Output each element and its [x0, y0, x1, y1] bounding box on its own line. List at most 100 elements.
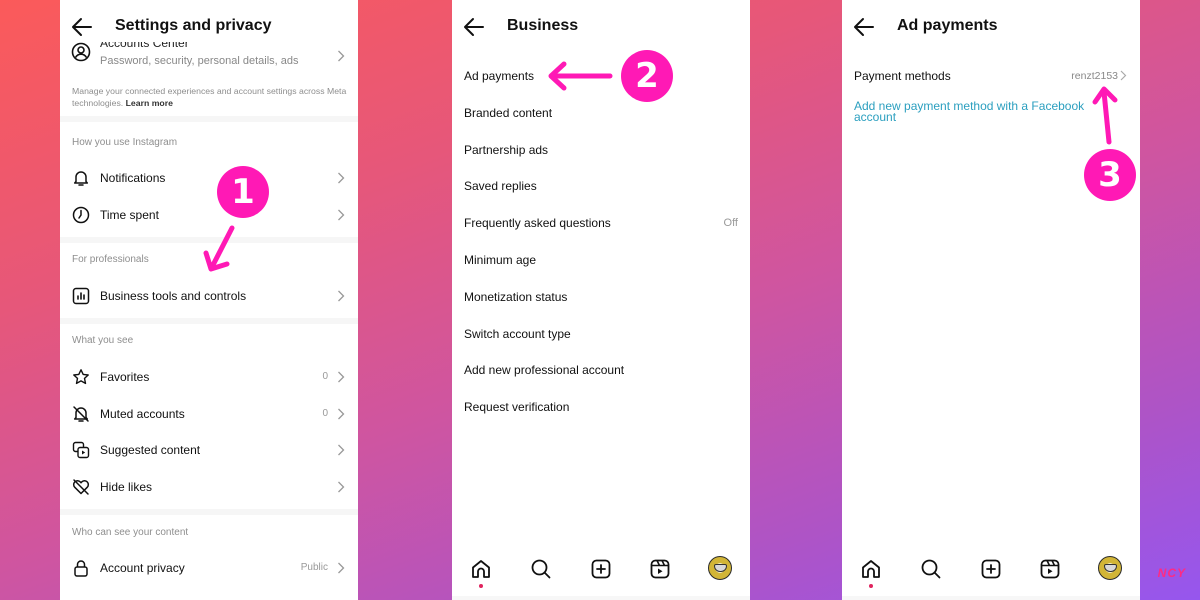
- plus-square-icon: [591, 559, 611, 579]
- nav-create[interactable]: [589, 557, 613, 581]
- nav-profile-avatar[interactable]: [708, 556, 732, 580]
- back-arrow-icon[interactable]: [852, 16, 876, 38]
- section-divider: [60, 116, 358, 122]
- section-header: What you see: [72, 335, 134, 346]
- search-icon: [531, 559, 551, 579]
- chevron-right-icon: [338, 481, 345, 493]
- chevron-right-icon: [338, 371, 345, 383]
- clock-icon: [72, 206, 90, 224]
- nav-create[interactable]: [979, 557, 1003, 581]
- add-facebook-payment-link[interactable]: Add new payment method with a Facebook a…: [854, 100, 1104, 123]
- back-arrow-icon[interactable]: [462, 16, 486, 38]
- nav-profile-avatar[interactable]: [1098, 556, 1122, 580]
- settings-item-muted-accounts[interactable]: Muted accounts 0: [60, 396, 358, 432]
- business-item-saved-replies[interactable]: Saved replies: [452, 168, 750, 204]
- nav-reels[interactable]: [1038, 557, 1062, 581]
- suggested-content-icon: [72, 441, 90, 459]
- settings-item-account-privacy[interactable]: Account privacy Public: [60, 550, 358, 586]
- step-2-badge: 2: [621, 50, 673, 102]
- watermark: NCY: [1157, 566, 1186, 580]
- item-label: Account privacy: [100, 561, 185, 575]
- accounts-center-title: Accounts Center: [100, 36, 189, 50]
- home-icon: [472, 560, 490, 578]
- item-label: Time spent: [100, 208, 159, 222]
- item-label: Request verification: [464, 400, 570, 414]
- business-item-branded-content[interactable]: Branded content: [452, 95, 750, 131]
- nav-search[interactable]: [529, 557, 553, 581]
- item-label: Branded content: [464, 106, 553, 120]
- settings-item-business-tools[interactable]: Business tools and controls: [60, 278, 358, 314]
- item-label: Monetization status: [464, 290, 568, 304]
- annotation-arrow: [548, 61, 613, 91]
- business-item-monetization-status[interactable]: Monetization status: [452, 279, 750, 315]
- notification-dot: [479, 584, 483, 588]
- section-divider: [60, 509, 358, 515]
- nav-home[interactable]: [469, 557, 493, 588]
- chevron-right-icon: [338, 444, 345, 456]
- chevron-right-icon: [338, 562, 345, 574]
- person-circle-icon: [71, 42, 91, 62]
- item-label: Favorites: [100, 370, 150, 384]
- lock-icon: [74, 560, 88, 577]
- nav-search[interactable]: [919, 557, 943, 581]
- home-icon: [862, 560, 880, 578]
- accounts-center-subtitle: Password, security, personal details, ad…: [100, 55, 299, 67]
- accounts-center-row[interactable]: Accounts Center Password, security, pers…: [60, 38, 358, 74]
- annotation-arrow: [203, 225, 235, 272]
- page-title: Ad payments: [897, 17, 998, 34]
- item-label: Business tools and controls: [100, 289, 247, 303]
- business-item-partnership-ads[interactable]: Partnership ads: [452, 132, 750, 168]
- reels-icon: [650, 559, 670, 579]
- settings-item-suggested-content[interactable]: Suggested content: [60, 432, 358, 468]
- bell-icon: [73, 171, 89, 186]
- settings-item-notifications[interactable]: Notifications: [60, 160, 358, 196]
- section-header: How you use Instagram: [72, 137, 178, 148]
- ad-payments-screen: Ad payments Payment methods renzt2153 Ad…: [842, 0, 1140, 600]
- chevron-right-icon: [338, 50, 345, 62]
- chevron-right-icon: [338, 172, 345, 184]
- bottom-nav: [842, 546, 1140, 600]
- bell-off-icon: [73, 406, 89, 422]
- business-item-minimum-age[interactable]: Minimum age: [452, 242, 750, 278]
- payment-methods-account: renzt2153: [1071, 70, 1118, 82]
- item-label: Switch account type: [464, 327, 571, 341]
- item-value: Off: [723, 217, 738, 229]
- item-label: Frequently asked questions: [464, 216, 611, 230]
- item-count: 0: [322, 371, 328, 382]
- bottom-nav: [452, 546, 750, 600]
- item-label: Hide likes: [100, 480, 153, 494]
- payment-methods-label: Payment methods: [854, 69, 951, 83]
- top-bar: Ad payments: [842, 0, 1140, 54]
- meta-note-text: Manage your connected experiences and ac…: [72, 86, 347, 108]
- chevron-right-icon: [338, 408, 345, 420]
- learn-more-link[interactable]: Learn more: [126, 98, 173, 108]
- step-3-badge: 3: [1084, 149, 1136, 201]
- notification-dot: [869, 584, 873, 588]
- heart-off-icon: [72, 479, 90, 495]
- business-item-add-professional-account[interactable]: Add new professional account: [452, 352, 750, 388]
- page-title: Business: [507, 17, 579, 34]
- item-label: Muted accounts: [100, 407, 185, 421]
- meta-note: Manage your connected experiences and ac…: [72, 85, 347, 109]
- item-label: Suggested content: [100, 443, 201, 457]
- reels-icon: [1040, 559, 1060, 579]
- chevron-right-icon: [338, 209, 345, 221]
- nav-home[interactable]: [859, 557, 883, 588]
- chevron-right-icon: [1120, 70, 1127, 81]
- item-value: Public: [300, 562, 328, 573]
- item-label: Notifications: [100, 171, 166, 185]
- business-item-switch-account-type[interactable]: Switch account type: [452, 316, 750, 352]
- business-item-request-verification[interactable]: Request verification: [452, 389, 750, 425]
- section-header: Who can see your content: [72, 527, 189, 538]
- item-count: 0: [322, 408, 328, 419]
- settings-item-hide-likes[interactable]: Hide likes: [60, 469, 358, 505]
- annotation-arrow: [1092, 86, 1118, 145]
- item-label: Ad payments: [464, 69, 535, 83]
- back-arrow-icon[interactable]: [70, 16, 94, 38]
- settings-privacy-screen: Settings and privacy Accounts Center Pas…: [60, 0, 358, 600]
- item-label: Minimum age: [464, 253, 537, 267]
- nav-reels[interactable]: [648, 557, 672, 581]
- settings-item-favorites[interactable]: Favorites 0: [60, 359, 358, 395]
- business-item-faq[interactable]: Frequently asked questions Off: [452, 205, 750, 241]
- top-bar: Business: [452, 0, 750, 54]
